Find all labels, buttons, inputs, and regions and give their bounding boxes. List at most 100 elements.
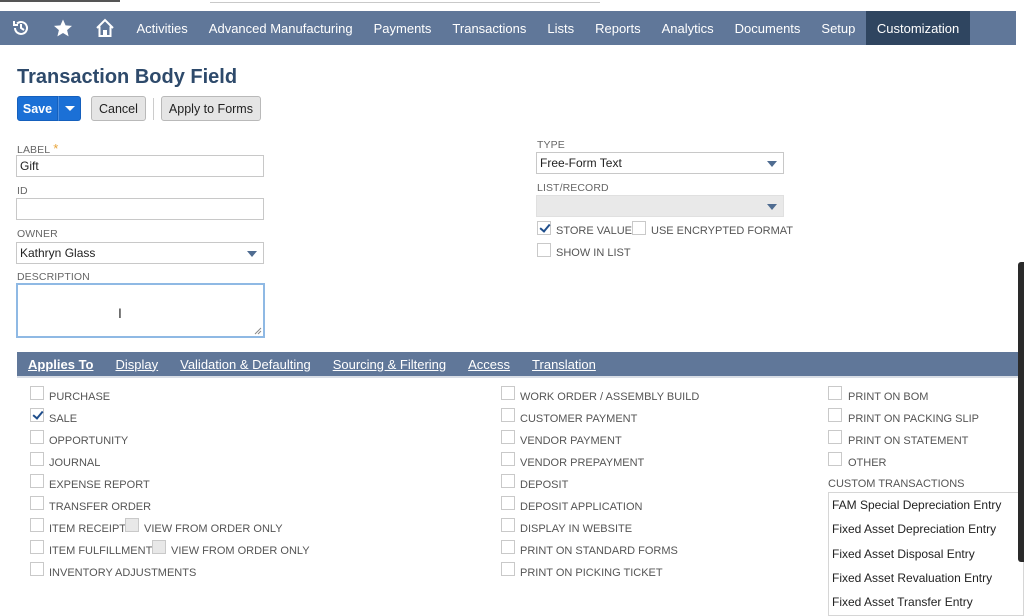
journal-checkbox[interactable] bbox=[30, 452, 44, 466]
work-order-checkbox[interactable] bbox=[501, 386, 515, 400]
type-field-label: TYPE bbox=[537, 139, 565, 151]
nav-advanced-manufacturing[interactable]: Advanced Manufacturing bbox=[198, 11, 363, 45]
opportunity-label: OPPORTUNITY bbox=[49, 435, 129, 447]
id-input[interactable] bbox=[16, 198, 264, 220]
show-in-list-checkbox[interactable] bbox=[537, 243, 551, 257]
list-record-select[interactable] bbox=[536, 195, 784, 217]
use-encrypted-label: USE ENCRYPTED FORMAT bbox=[651, 225, 793, 237]
print-on-picking-ticket-label: PRINT ON PICKING TICKET bbox=[520, 567, 663, 579]
button-divider bbox=[152, 97, 154, 120]
store-value-checkbox[interactable] bbox=[537, 221, 551, 235]
list-item[interactable]: FAM Special Depreciation Entry bbox=[832, 498, 1001, 512]
nav-reports[interactable]: Reports bbox=[585, 11, 652, 45]
inventory-adjustments-checkbox[interactable] bbox=[30, 562, 44, 576]
show-in-list-label: SHOW IN LIST bbox=[556, 247, 631, 259]
label-field-label: LABEL * bbox=[17, 141, 58, 156]
tab-access[interactable]: Access bbox=[457, 357, 521, 372]
vendor-prepayment-label: VENDOR PREPAYMENT bbox=[520, 457, 645, 469]
display-in-website-checkbox[interactable] bbox=[501, 518, 515, 532]
use-encrypted-checkbox[interactable] bbox=[632, 221, 646, 235]
tab-translation[interactable]: Translation bbox=[521, 357, 607, 372]
sale-label: SALE bbox=[49, 413, 78, 425]
save-button[interactable]: Save bbox=[17, 96, 58, 121]
print-on-standard-forms-checkbox[interactable] bbox=[501, 540, 515, 554]
chevron-down-icon bbox=[247, 251, 257, 257]
list-item[interactable]: Fixed Asset Disposal Entry bbox=[832, 547, 975, 561]
list-item[interactable]: Fixed Asset Transfer Entry bbox=[832, 595, 973, 609]
nav-customization[interactable]: Customization bbox=[865, 11, 971, 45]
item-receipt-view-from-order-checkbox[interactable] bbox=[125, 518, 139, 532]
save-menu-button[interactable] bbox=[58, 96, 81, 121]
label-input[interactable]: Gift bbox=[16, 155, 264, 177]
id-field-label: ID bbox=[17, 185, 28, 197]
type-select[interactable]: Free-Form Text bbox=[536, 152, 784, 174]
nav-transactions[interactable]: Transactions bbox=[442, 11, 537, 45]
description-field-label: DESCRIPTION bbox=[17, 271, 90, 283]
nav-lists[interactable]: Lists bbox=[537, 11, 585, 45]
save-button-group: Save bbox=[17, 96, 81, 121]
tab-sourcing-filtering[interactable]: Sourcing & Filtering bbox=[322, 357, 457, 372]
resize-handle-icon[interactable] bbox=[254, 327, 262, 335]
home-icon[interactable] bbox=[84, 11, 126, 45]
custom-transactions-label: CUSTOM TRANSACTIONS bbox=[828, 478, 965, 490]
transfer-order-label: TRANSFER ORDER bbox=[49, 501, 152, 513]
cancel-button[interactable]: Cancel bbox=[91, 96, 146, 121]
list-item[interactable]: Fixed Asset Depreciation Entry bbox=[832, 522, 996, 536]
print-on-picking-ticket-checkbox[interactable] bbox=[501, 562, 515, 576]
global-search-edge[interactable] bbox=[210, 0, 600, 3]
item-fulfillment-view-from-order-checkbox[interactable] bbox=[152, 540, 166, 554]
top-strip bbox=[0, 0, 1024, 11]
other-label: OTHER bbox=[848, 457, 887, 469]
expense-report-checkbox[interactable] bbox=[30, 474, 44, 488]
item-fulfillment-label: ITEM FULFILLMENT bbox=[49, 545, 153, 557]
description-textarea[interactable]: I bbox=[16, 283, 265, 338]
other-checkbox[interactable] bbox=[828, 452, 842, 466]
print-on-statement-checkbox[interactable] bbox=[828, 430, 842, 444]
tab-applies-to[interactable]: Applies To bbox=[17, 357, 104, 372]
owner-select-value: Kathryn Glass bbox=[20, 246, 96, 260]
purchase-label: PURCHASE bbox=[49, 391, 111, 403]
page-title: Transaction Body Field bbox=[17, 66, 238, 88]
purchase-checkbox[interactable] bbox=[30, 386, 44, 400]
list-item[interactable]: Fixed Asset Revaluation Entry bbox=[832, 571, 992, 585]
customer-payment-checkbox[interactable] bbox=[501, 408, 515, 422]
store-value-label: STORE VALUE bbox=[556, 225, 633, 237]
print-on-bom-label: PRINT ON BOM bbox=[848, 391, 929, 403]
subtab-bar: Applies To Display Validation & Defaulti… bbox=[17, 352, 1020, 376]
item-receipt-label: ITEM RECEIPT bbox=[49, 523, 127, 535]
deposit-application-label: DEPOSIT APPLICATION bbox=[520, 501, 643, 513]
nav-payments[interactable]: Payments bbox=[363, 11, 442, 45]
owner-field-label: OWNER bbox=[17, 228, 58, 240]
type-select-value: Free-Form Text bbox=[540, 156, 622, 170]
deposit-checkbox[interactable] bbox=[501, 474, 515, 488]
vendor-prepayment-checkbox[interactable] bbox=[501, 452, 515, 466]
work-order-label: WORK ORDER / ASSEMBLY BUILD bbox=[520, 391, 700, 403]
chevron-down-icon bbox=[767, 204, 777, 210]
expense-report-label: EXPENSE REPORT bbox=[49, 479, 150, 491]
nav-documents[interactable]: Documents bbox=[724, 11, 811, 45]
subtab-divider bbox=[17, 376, 1020, 378]
deposit-application-checkbox[interactable] bbox=[501, 496, 515, 510]
custom-transactions-list[interactable]: FAM Special Depreciation Entry Fixed Ass… bbox=[828, 492, 1024, 616]
sale-checkbox[interactable] bbox=[30, 408, 44, 422]
nav-setup[interactable]: Setup bbox=[811, 11, 866, 45]
top-dark-line bbox=[0, 0, 120, 2]
print-on-packing-slip-checkbox[interactable] bbox=[828, 408, 842, 422]
nav-analytics[interactable]: Analytics bbox=[651, 11, 724, 45]
star-icon[interactable] bbox=[42, 11, 84, 45]
item-fulfillment-view-from-order-label: VIEW FROM ORDER ONLY bbox=[171, 545, 310, 557]
tab-validation-defaulting[interactable]: Validation & Defaulting bbox=[169, 357, 322, 372]
item-fulfillment-checkbox[interactable] bbox=[30, 540, 44, 554]
history-icon[interactable] bbox=[0, 11, 42, 45]
owner-select[interactable]: Kathryn Glass bbox=[16, 242, 264, 264]
print-on-statement-label: PRINT ON STATEMENT bbox=[848, 435, 969, 447]
opportunity-checkbox[interactable] bbox=[30, 430, 44, 444]
nav-activities[interactable]: Activities bbox=[126, 11, 198, 45]
chevron-down-icon bbox=[64, 106, 75, 111]
item-receipt-checkbox[interactable] bbox=[30, 518, 44, 532]
tab-display[interactable]: Display bbox=[104, 357, 169, 372]
apply-to-forms-button[interactable]: Apply to Forms bbox=[160, 96, 261, 121]
print-on-bom-checkbox[interactable] bbox=[828, 386, 842, 400]
transfer-order-checkbox[interactable] bbox=[30, 496, 44, 510]
vendor-payment-checkbox[interactable] bbox=[501, 430, 515, 444]
